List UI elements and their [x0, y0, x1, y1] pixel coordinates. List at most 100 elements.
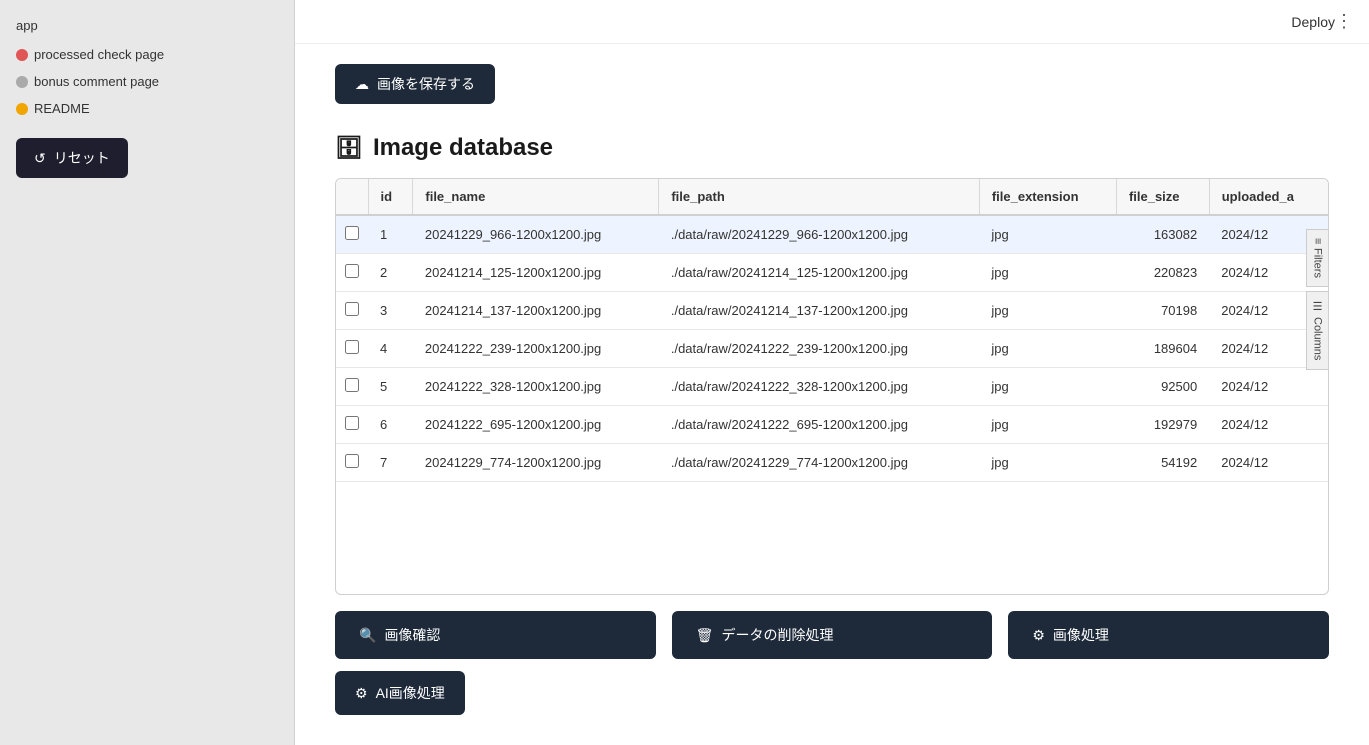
- row-checkbox-cell[interactable]: [336, 215, 368, 254]
- header-checkbox-cell: [336, 179, 368, 215]
- filters-button[interactable]: ≡ Filters: [1306, 229, 1329, 287]
- bottom-row-1: 🔍 画像確認 🗑 データの削除処理 ⚙ 画像処理: [335, 611, 1329, 659]
- table-cell: 54192: [1116, 444, 1209, 482]
- table-cell: 20241229_966-1200x1200.jpg: [413, 215, 659, 254]
- data-table: id file_name file_path file_extension fi…: [336, 179, 1328, 482]
- sidebar-item-label: bonus comment page: [34, 74, 159, 89]
- table-cell: 2024/12: [1209, 406, 1328, 444]
- table-cell: 189604: [1116, 330, 1209, 368]
- table-cell: 192979: [1116, 406, 1209, 444]
- col-file-size: file_size: [1116, 179, 1209, 215]
- main-content: Deploy ⋮ ☁ 画像を保存する 🗄 Image database id: [295, 0, 1369, 745]
- col-uploaded-at: uploaded_a: [1209, 179, 1328, 215]
- table-cell: 1: [368, 215, 413, 254]
- row-checkbox-cell[interactable]: [336, 444, 368, 482]
- database-icon: 🗄: [335, 135, 363, 161]
- table-cell: ./data/raw/20241222_695-1200x1200.jpg: [659, 406, 979, 444]
- table-cell: 20241222_695-1200x1200.jpg: [413, 406, 659, 444]
- table-cell: 20241222_239-1200x1200.jpg: [413, 330, 659, 368]
- kebab-menu-icon[interactable]: ⋮: [1335, 11, 1353, 32]
- table-cell: jpg: [979, 254, 1116, 292]
- table-cell: jpg: [979, 406, 1116, 444]
- filter-icon: ≡: [1312, 238, 1324, 244]
- bottom-actions: 🔍 画像確認 🗑 データの削除処理 ⚙ 画像処理 ⚙ AI画像処理: [335, 595, 1329, 725]
- col-file-name: file_name: [413, 179, 659, 215]
- table-row: 120241229_966-1200x1200.jpg./data/raw/20…: [336, 215, 1328, 254]
- table-cell: ./data/raw/20241214_137-1200x1200.jpg: [659, 292, 979, 330]
- table-cell: 2024/12: [1209, 368, 1328, 406]
- table-cell: 6: [368, 406, 413, 444]
- row-checkbox[interactable]: [345, 264, 359, 278]
- table-cell: ./data/raw/20241222_239-1200x1200.jpg: [659, 330, 979, 368]
- readme-icon: [16, 103, 28, 115]
- row-checkbox-cell[interactable]: [336, 368, 368, 406]
- row-checkbox[interactable]: [345, 340, 359, 354]
- refresh-icon: ↺: [34, 150, 46, 167]
- table-body: 120241229_966-1200x1200.jpg./data/raw/20…: [336, 215, 1328, 482]
- table-cell: 70198: [1116, 292, 1209, 330]
- bottom-row-2: ⚙ AI画像処理: [335, 671, 1329, 715]
- table-cell: jpg: [979, 444, 1116, 482]
- col-id: id: [368, 179, 413, 215]
- sidebar-item-label: README: [34, 101, 90, 116]
- table-scroll-area[interactable]: id file_name file_path file_extension fi…: [336, 179, 1328, 594]
- ai-gear-icon: ⚙: [355, 685, 368, 702]
- row-checkbox[interactable]: [345, 226, 359, 240]
- table-cell: ./data/raw/20241229_774-1200x1200.jpg: [659, 444, 979, 482]
- image-database-table: id file_name file_path file_extension fi…: [335, 178, 1329, 595]
- table-row: 520241222_328-1200x1200.jpg./data/raw/20…: [336, 368, 1328, 406]
- sidebar: app processed check page bonus comment p…: [0, 0, 295, 745]
- image-process-button[interactable]: ⚙ 画像処理: [1008, 611, 1329, 659]
- table-side-buttons: ≡ Filters ☰ Columns: [1306, 229, 1329, 370]
- row-checkbox-cell[interactable]: [336, 254, 368, 292]
- reset-button[interactable]: ↺ リセット: [16, 138, 128, 178]
- row-checkbox-cell[interactable]: [336, 292, 368, 330]
- save-image-button[interactable]: ☁ 画像を保存する: [335, 64, 495, 104]
- table-cell: 3: [368, 292, 413, 330]
- table-cell: 20241214_137-1200x1200.jpg: [413, 292, 659, 330]
- table-row: 620241222_695-1200x1200.jpg./data/raw/20…: [336, 406, 1328, 444]
- col-file-extension: file_extension: [979, 179, 1116, 215]
- ai-image-process-button[interactable]: ⚙ AI画像処理: [335, 671, 465, 715]
- app-label: app: [0, 10, 294, 41]
- table-cell: 20241222_328-1200x1200.jpg: [413, 368, 659, 406]
- col-file-path: file_path: [659, 179, 979, 215]
- table-cell: jpg: [979, 292, 1116, 330]
- row-checkbox[interactable]: [345, 454, 359, 468]
- delete-data-button[interactable]: 🗑 データの削除処理: [672, 611, 993, 659]
- section-title: 🗄 Image database: [335, 134, 1329, 162]
- row-checkbox-cell[interactable]: [336, 330, 368, 368]
- table-header-row: id file_name file_path file_extension fi…: [336, 179, 1328, 215]
- image-check-button[interactable]: 🔍 画像確認: [335, 611, 656, 659]
- table-row: 320241214_137-1200x1200.jpg./data/raw/20…: [336, 292, 1328, 330]
- table-cell: ./data/raw/20241229_966-1200x1200.jpg: [659, 215, 979, 254]
- sidebar-item-processed-check[interactable]: processed check page: [0, 41, 294, 68]
- table-row: 720241229_774-1200x1200.jpg./data/raw/20…: [336, 444, 1328, 482]
- row-checkbox-cell[interactable]: [336, 406, 368, 444]
- row-checkbox[interactable]: [345, 378, 359, 392]
- table-cell: ./data/raw/20241214_125-1200x1200.jpg: [659, 254, 979, 292]
- sidebar-item-label: processed check page: [34, 47, 164, 62]
- table-cell: ./data/raw/20241222_328-1200x1200.jpg: [659, 368, 979, 406]
- table-cell: 4: [368, 330, 413, 368]
- columns-button[interactable]: ☰ Columns: [1306, 291, 1329, 369]
- sidebar-item-bonus-comment[interactable]: bonus comment page: [0, 68, 294, 95]
- sidebar-item-readme[interactable]: README: [0, 95, 294, 122]
- table-row: 220241214_125-1200x1200.jpg./data/raw/20…: [336, 254, 1328, 292]
- row-checkbox[interactable]: [345, 416, 359, 430]
- table-cell: 163082: [1116, 215, 1209, 254]
- table-cell: 20241229_774-1200x1200.jpg: [413, 444, 659, 482]
- table-cell: 92500: [1116, 368, 1209, 406]
- row-checkbox[interactable]: [345, 302, 359, 316]
- top-bar: Deploy ⋮: [295, 0, 1369, 44]
- table-cell: jpg: [979, 330, 1116, 368]
- deploy-button[interactable]: Deploy: [1291, 14, 1335, 30]
- table-cell: 220823: [1116, 254, 1209, 292]
- processed-check-icon: [16, 49, 28, 61]
- table-cell: 7: [368, 444, 413, 482]
- table-cell: jpg: [979, 368, 1116, 406]
- gear-icon: ⚙: [1032, 627, 1045, 644]
- trash-icon: 🗑: [696, 627, 714, 644]
- cloud-upload-icon: ☁: [355, 76, 369, 93]
- table-row: 420241222_239-1200x1200.jpg./data/raw/20…: [336, 330, 1328, 368]
